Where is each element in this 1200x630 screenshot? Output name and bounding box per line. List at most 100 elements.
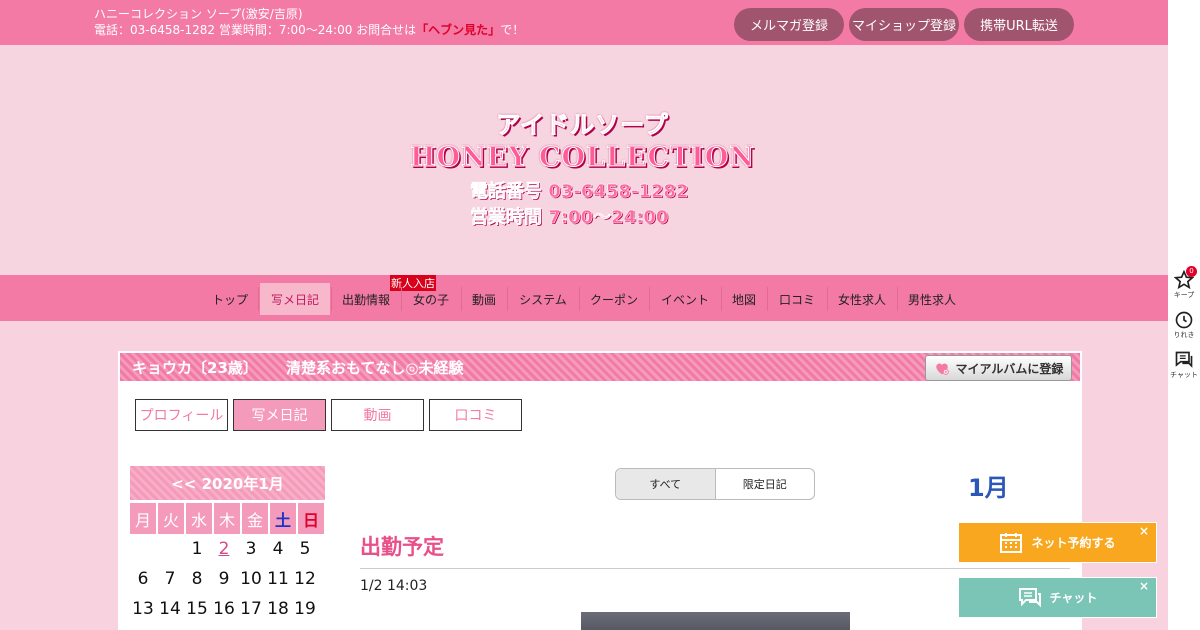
history-icon — [1175, 311, 1193, 329]
logo-title: HONEY COLLECTION — [410, 142, 755, 174]
add-to-album-label: マイアルバムに登録 — [955, 361, 1064, 376]
main-nav: 新人入店 トップ 写メ日記 出勤情報 女の子 動画 システム クーポン イベント… — [0, 275, 1168, 321]
newsletter-button[interactable]: メルマガ登録 — [734, 8, 844, 41]
close-icon[interactable]: × — [1139, 579, 1149, 593]
heart-plus-icon — [935, 363, 949, 375]
calendar-day: 4 — [272, 539, 284, 559]
calendar-day: 18 — [267, 599, 289, 619]
shop-info: ハニーコレクション ソープ(激安/吉原) 電話：03-6458-1282 営業時… — [94, 6, 524, 38]
side-chat-button[interactable]: チャット — [1168, 350, 1200, 380]
calendar-day: 1 — [191, 539, 203, 559]
nav-divider — [649, 287, 650, 311]
keep-button[interactable]: 0 キープ — [1168, 266, 1200, 300]
divider — [360, 568, 1070, 569]
chat-button[interactable]: チャット × — [958, 577, 1157, 618]
nav-divider — [767, 287, 768, 311]
keep-label: キープ — [1173, 291, 1195, 299]
net-reserve-button[interactable]: ネット予約する × — [958, 522, 1157, 563]
diary-filter: すべて 限定日記 — [615, 468, 815, 500]
history-button[interactable]: りれき — [1168, 310, 1200, 340]
filter-limited[interactable]: 限定日記 — [716, 469, 815, 499]
nav-event[interactable]: イベント — [651, 283, 719, 315]
diary-calendar: << 2020年1月 月 火 水 木 金 土 日 1 2 3 4 5 6 7 8… — [130, 466, 325, 624]
weekday-label: 月 — [130, 503, 156, 534]
chat-label: チャット — [1049, 591, 1098, 605]
keep-count-badge: 0 — [1186, 266, 1197, 277]
history-label: りれき — [1173, 331, 1195, 339]
nav-divider — [827, 287, 828, 311]
calendar-week: 1 2 3 4 5 — [130, 534, 325, 564]
weekday-label: 金 — [242, 503, 268, 534]
calendar-day: 16 — [213, 599, 235, 619]
net-reserve-label: ネット予約する — [1031, 536, 1116, 550]
nav-divider — [507, 287, 508, 311]
weekday-label: 水 — [186, 503, 212, 534]
calendar-day: 14 — [159, 599, 181, 619]
calendar-week: 13 14 15 16 17 18 19 — [130, 594, 325, 624]
nav-male-jobs[interactable]: 男性求人 — [899, 283, 965, 315]
filter-all[interactable]: すべて — [616, 469, 716, 499]
calendar-day: 8 — [191, 569, 203, 589]
calendar-weekdays: 月 火 水 木 金 土 日 — [130, 503, 325, 534]
calendar-day: 13 — [132, 599, 154, 619]
calendar-prev-month[interactable]: << 2020年1月 — [130, 466, 325, 500]
nav-girls[interactable]: 女の子 — [403, 283, 459, 315]
shop-logo[interactable]: アイドルソープ HONEY COLLECTION 電話番号 03-6458-12… — [410, 105, 755, 229]
logo-phone: 電話番号 03-6458-1282 — [470, 181, 689, 203]
mobile-url-button[interactable]: 携帯URL転送 — [964, 8, 1074, 41]
nav-photo-diary[interactable]: 写メ日記 — [260, 283, 330, 315]
calendar-day: 17 — [240, 599, 262, 619]
nav-divider — [897, 287, 898, 311]
diary-month: 1月 — [968, 474, 1009, 502]
weekday-label-saturday: 土 — [270, 503, 296, 534]
diary-entry-date: 1/2 14:03 — [360, 578, 428, 594]
calendar-day — [157, 534, 183, 564]
side-chat-label: チャット — [1170, 371, 1198, 379]
nav-divider — [721, 287, 722, 311]
nav-divider — [401, 287, 402, 311]
close-icon[interactable]: × — [1139, 524, 1149, 538]
nav-divider — [258, 287, 259, 311]
nav-coupon[interactable]: クーポン — [581, 283, 647, 315]
tab-profile[interactable]: プロフィール — [135, 399, 228, 431]
tab-reviews[interactable]: 口コミ — [429, 399, 522, 431]
profile-title-bar: キョウカ〔23歳〕 清楚系おもてなし◎未経験 マイアルバムに登録 — [120, 353, 1080, 381]
myshop-register-button[interactable]: マイショップ登録 — [849, 8, 959, 41]
nav-top[interactable]: トップ — [204, 283, 256, 315]
header-banner: アイドルソープ HONEY COLLECTION 電話番号 03-6458-12… — [0, 45, 1168, 275]
weekday-label-sunday: 日 — [298, 503, 324, 534]
tab-photo-diary[interactable]: 写メ日記 — [233, 399, 326, 431]
calendar-day: 11 — [267, 569, 289, 589]
calendar-day: 6 — [137, 569, 149, 589]
logo-subtitle: アイドルソープ — [496, 111, 669, 140]
nav-divider — [579, 287, 580, 311]
nav-divider — [461, 287, 462, 311]
weekday-label: 火 — [158, 503, 184, 534]
nav-schedule[interactable]: 出勤情報 — [333, 283, 399, 315]
main-content: キョウカ〔23歳〕 清楚系おもてなし◎未経験 マイアルバムに登録 プロフィール … — [118, 351, 1082, 630]
calendar-day: 3 — [245, 539, 257, 559]
calendar-day: 7 — [164, 569, 176, 589]
diary-entry-photo[interactable] — [581, 612, 850, 630]
calendar-day: 19 — [294, 599, 316, 619]
nav-reviews[interactable]: 口コミ — [769, 283, 825, 315]
calendar-day: 5 — [299, 539, 311, 559]
calendar-day: 10 — [240, 569, 262, 589]
girl-catchphrase: 清楚系おもてなし◎未経験 — [286, 359, 464, 377]
girl-name: キョウカ〔23歳〕 — [132, 359, 258, 377]
chat-bubble-icon — [1175, 351, 1193, 368]
nav-map[interactable]: 地図 — [723, 283, 765, 315]
nav-video[interactable]: 動画 — [463, 283, 505, 315]
calendar-day-link[interactable]: 2 — [211, 534, 237, 564]
calendar-week: 6 7 8 9 10 11 12 — [130, 564, 325, 594]
tab-video[interactable]: 動画 — [331, 399, 424, 431]
nav-system[interactable]: システム — [509, 283, 577, 315]
shop-contact: 電話：03-6458-1282 営業時間：7:00～24:00 お問合せは「ヘブ… — [94, 23, 525, 37]
diary-entry-title[interactable]: 出勤予定 — [360, 531, 444, 561]
chat-icon — [1018, 587, 1041, 607]
top-bar: ハニーコレクション ソープ(激安/吉原) 電話：03-6458-1282 営業時… — [0, 0, 1168, 45]
nav-female-jobs[interactable]: 女性求人 — [829, 283, 895, 315]
add-to-album-button[interactable]: マイアルバムに登録 — [925, 355, 1072, 381]
calendar-day — [130, 534, 156, 564]
side-toolbar: 0 キープ りれき チャット — [1168, 0, 1200, 630]
